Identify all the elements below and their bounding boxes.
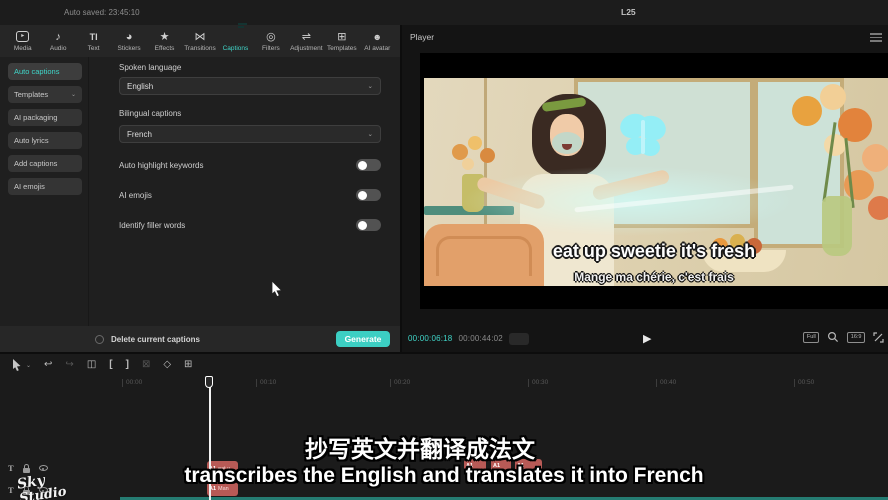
transitions-icon: ⋈ (194, 31, 205, 44)
top-bar: Auto saved: 23:45:10 L25 (0, 0, 888, 25)
scene-flower (462, 158, 474, 170)
video-caption-primary: eat up sweetie it's fresh (420, 241, 888, 262)
toolbar-item-media[interactable]: ▸ Media (6, 26, 39, 56)
delete-current-captions-label: Delete current captions (111, 335, 200, 344)
captions-panel: Auto captions Templates ⌄ AI packaging A… (0, 57, 400, 352)
toolbar-item-adjustment[interactable]: ⇌ Adjustment (290, 26, 323, 56)
add-track-icon[interactable]: ⊞ (184, 360, 192, 370)
video-frame[interactable]: eat up sweetie it's fresh Mange ma chéri… (420, 53, 888, 309)
mask-icon[interactable]: ◇ (163, 360, 171, 370)
media-toolbar: ▸ Media ♪ Audio TI Text ◕ Stickers ★ Eff… (0, 25, 400, 57)
player-title: Player (410, 32, 434, 42)
scene-flower (868, 196, 888, 220)
text-icon: TI (90, 31, 98, 44)
sidebar-item-templates[interactable]: Templates ⌄ (8, 86, 82, 103)
audio-icon: ♪ (55, 31, 61, 44)
delete-icon[interactable]: ⊠ (142, 360, 150, 370)
toolbar-item-filters[interactable]: ◎ Filters (254, 26, 287, 56)
trim-right-icon[interactable]: ] (126, 360, 129, 370)
player-controls: 00:00:06:18 00:00:44:02 ▶ Full 16:9 (402, 325, 888, 352)
toolbar-item-audio[interactable]: ♪ Audio (41, 26, 74, 56)
auto-highlight-keywords-row: Auto highlight keywords (119, 158, 381, 172)
playhead-handle[interactable] (205, 376, 213, 388)
toolbar-item-transitions[interactable]: ⋈ Transitions (183, 26, 216, 56)
butterfly-hologram (614, 110, 672, 162)
stickers-icon: ◕ (126, 31, 133, 44)
scene-flower (820, 84, 846, 110)
undo-icon[interactable]: ↩ (44, 360, 52, 370)
scene-flower (468, 136, 482, 150)
spoken-language-dropdown[interactable]: English ⌄ (119, 77, 381, 95)
toolbar-item-templates[interactable]: ⊞ Templates (325, 26, 358, 56)
filters-icon: ◎ (266, 31, 276, 44)
redo-icon[interactable]: ↪ (65, 360, 73, 370)
play-button[interactable]: ▶ (643, 332, 651, 345)
media-icon: ▸ (16, 31, 29, 44)
sidebar-item-ai-packaging[interactable]: AI packaging (8, 109, 82, 126)
toolbar-item-captions[interactable]: Captions (219, 26, 252, 56)
ai-avatar-icon: ☻ (373, 31, 382, 44)
scene-woman-face-glow (552, 132, 582, 154)
player-menu-icon[interactable] (870, 33, 882, 44)
sidebar-item-add-captions[interactable]: Add captions (8, 155, 82, 172)
fullscreen-icon[interactable] (873, 332, 884, 343)
toolbar-item-effects[interactable]: ★ Effects (148, 26, 181, 56)
trim-left-icon[interactable]: [ (109, 360, 112, 370)
chevron-down-icon: ⌄ (368, 130, 373, 138)
player-header: Player (402, 25, 888, 48)
scene-flower (792, 96, 822, 126)
timeline-ruler[interactable]: 00:00 00:10 00:20 00:30 00:40 00:50 (0, 376, 888, 390)
chevron-down-icon: ⌄ (368, 82, 373, 90)
toolbar-item-ai-avatar[interactable]: ☻ AI avatar (361, 26, 394, 56)
spoken-language-label: Spoken language (119, 63, 181, 72)
cursor-select-caret[interactable]: ⌄ (26, 362, 31, 369)
timeline-toolbar: ⌄ ↩ ↪ ◫ [ ] ⊠ ◇ ⊞ (0, 354, 888, 376)
scene-flower (862, 144, 888, 172)
preview-zoom-icon[interactable] (827, 331, 839, 343)
bilingual-captions-label: Bilingual captions (119, 109, 181, 118)
sidebar-item-auto-captions[interactable]: Auto captions (8, 63, 82, 80)
aspect-ratio-button[interactable]: 16:9 (847, 332, 865, 343)
ai-emojis-row: AI emojis (119, 188, 381, 202)
toolbar-item-stickers[interactable]: ◕ Stickers (112, 26, 145, 56)
capcut-editor-window: Auto saved: 23:45:10 L25 ▸ Media ♪ Audio… (0, 0, 888, 500)
mouse-cursor (271, 281, 283, 297)
video-caption-secondary: Mange ma chérie, c'est frais (420, 270, 888, 284)
current-time: 00:00:06:18 (408, 334, 452, 343)
overlay-subtitle-english: transcribes the English and translates i… (0, 464, 888, 488)
ai-emojis-toggle[interactable] (356, 189, 381, 201)
captions-settings: Spoken language English ⌄ Bilingual capt… (88, 57, 400, 326)
sidebar-item-ai-emojis[interactable]: AI emojis (8, 178, 82, 195)
toolbar-item-text[interactable]: TI Text (77, 26, 110, 56)
sidebar-item-auto-lyrics[interactable]: Auto lyrics (8, 132, 82, 149)
adjustment-icon: ⇌ (302, 31, 311, 44)
scene-flower (824, 134, 846, 156)
cursor-select-icon[interactable] (12, 359, 22, 371)
player-panel: Player (402, 25, 888, 352)
effects-icon: ★ (160, 31, 170, 44)
auto-saved-status: Auto saved: 23:45:10 (64, 8, 140, 17)
templates-icon: ⊞ (337, 31, 346, 44)
total-duration: 00:00:44:02 (458, 334, 502, 343)
split-icon[interactable]: ◫ (87, 360, 96, 370)
chevron-down-icon: ⌄ (71, 91, 76, 98)
preview-quality-button[interactable]: Full (803, 332, 819, 343)
overlay-subtitle-chinese: 抄写英文并翻译成法文 (0, 430, 864, 464)
identify-filler-words-row: Identify filler words (119, 218, 381, 232)
identify-filler-words-toggle[interactable] (356, 219, 381, 231)
bilingual-captions-dropdown[interactable]: French ⌄ (119, 125, 381, 143)
captions-sidebar: Auto captions Templates ⌄ AI packaging A… (0, 57, 88, 326)
frame-rate-chip[interactable] (509, 333, 529, 345)
scene-flower (480, 148, 495, 163)
auto-highlight-keywords-toggle[interactable] (356, 159, 381, 171)
delete-current-captions-checkbox[interactable] (95, 335, 104, 344)
project-label: L25 (621, 7, 636, 17)
generate-button[interactable]: Generate (336, 331, 390, 347)
captions-panel-footer: Delete current captions Generate (0, 326, 400, 352)
